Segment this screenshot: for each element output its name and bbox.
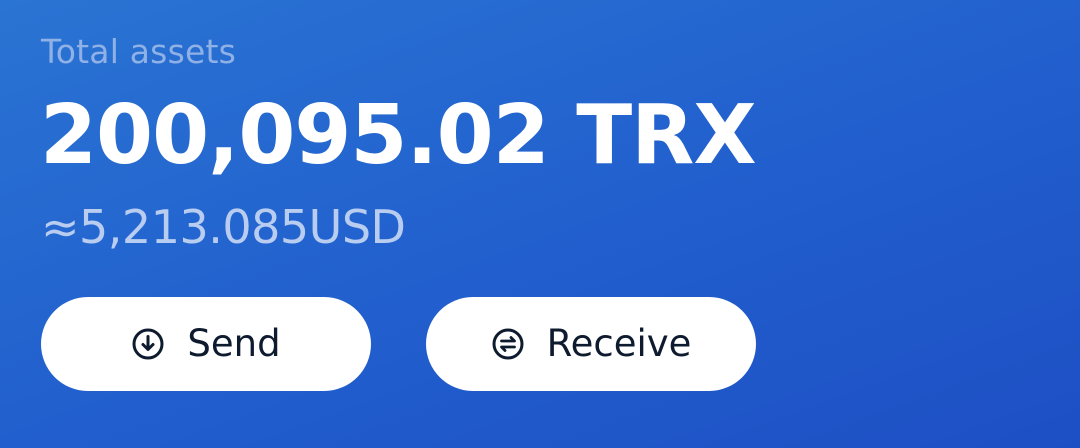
send-button-label: Send: [187, 322, 281, 365]
fiat-equivalent: ≈5,213.085USD: [41, 200, 406, 254]
balance-amount: 200,095.02 TRX: [40, 88, 757, 183]
swap-circle-icon: [491, 327, 525, 361]
receive-button-label: Receive: [546, 322, 692, 365]
send-button[interactable]: Send: [41, 297, 371, 391]
arrow-down-circle-icon: [131, 327, 165, 361]
total-assets-label: Total assets: [41, 32, 237, 71]
receive-button[interactable]: Receive: [426, 297, 756, 391]
assets-card: Total assets 200,095.02 TRX ≈5,213.085US…: [0, 0, 1080, 448]
